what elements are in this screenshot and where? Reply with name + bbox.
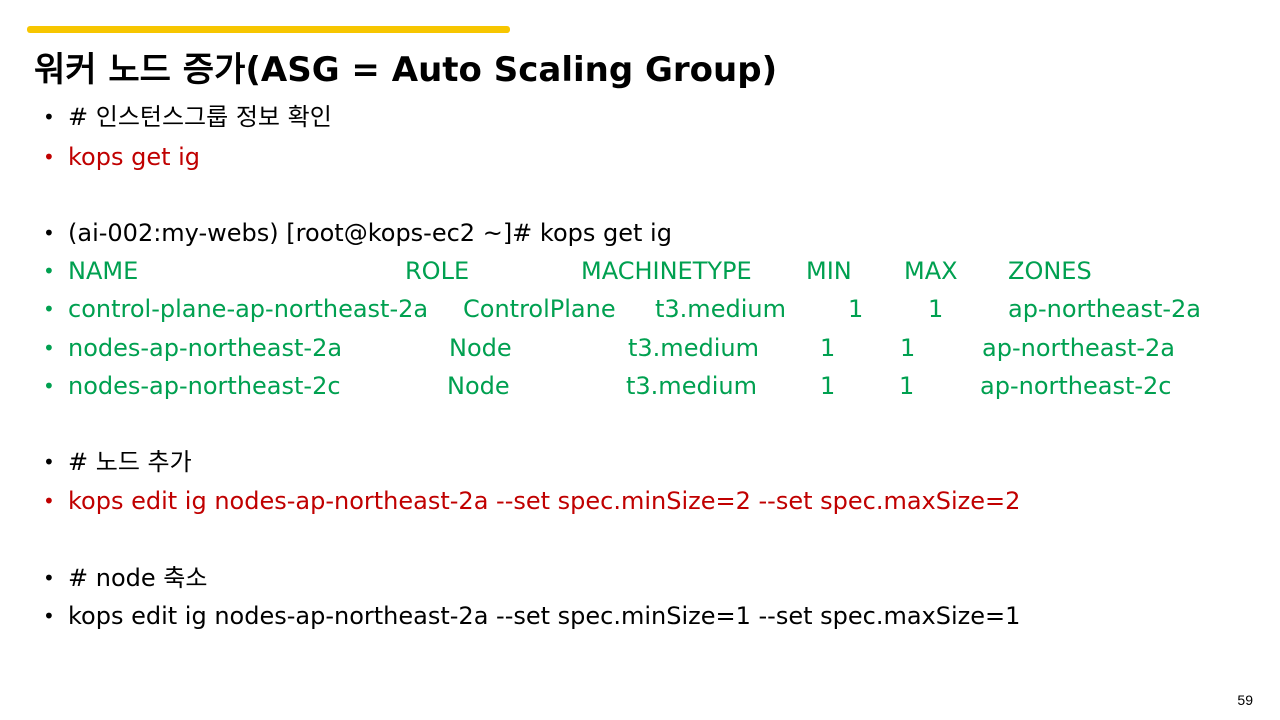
bullet-dot-icon: • bbox=[43, 374, 55, 398]
bullet-dot-icon: • bbox=[43, 604, 55, 628]
table-header-row: • NAME ROLE MACHINETYPE MIN MAX ZONES bbox=[0, 252, 1280, 290]
header-zones: ZONES bbox=[1008, 257, 1092, 285]
cell-name: nodes-ap-northeast-2a bbox=[68, 334, 343, 362]
bullet-dot-icon: • bbox=[43, 489, 55, 513]
bullet-dot-icon: • bbox=[43, 259, 55, 283]
shell-prompt-text: (ai-002:my-webs) [root@kops-ec2 ~]# kops… bbox=[68, 219, 672, 247]
cell-max: 1 bbox=[928, 295, 944, 323]
bullet-dot-icon: • bbox=[43, 221, 55, 245]
cell-role: ControlPlane bbox=[463, 295, 616, 323]
header-machinetype: MACHINETYPE bbox=[581, 257, 752, 285]
cell-min: 1 bbox=[820, 372, 836, 400]
bullet-line: • (ai-002:my-webs) [root@kops-ec2 ~]# ko… bbox=[0, 214, 1280, 252]
cell-min: 1 bbox=[848, 295, 864, 323]
table-row: • nodes-ap-northeast-2c Node t3.medium 1… bbox=[0, 367, 1280, 405]
bullet-dot-icon: • bbox=[43, 450, 55, 474]
header-role: ROLE bbox=[405, 257, 470, 285]
bullet-line: • # 노드 추가 bbox=[0, 443, 1280, 481]
page-number: 59 bbox=[1237, 692, 1253, 708]
bullet-line: • kops edit ig nodes-ap-northeast-2a --s… bbox=[0, 482, 1280, 520]
bullet-line: • kops get ig bbox=[0, 138, 1280, 176]
bullet-line: • kops edit ig nodes-ap-northeast-2a --s… bbox=[0, 597, 1280, 635]
cell-machinetype: t3.medium bbox=[626, 372, 757, 400]
cell-name: control-plane-ap-northeast-2a bbox=[68, 295, 429, 323]
table-row: • control-plane-ap-northeast-2a ControlP… bbox=[0, 290, 1280, 328]
bullet-dot-icon: • bbox=[43, 336, 55, 360]
header-max: MAX bbox=[904, 257, 958, 285]
bullet-dot-icon: • bbox=[43, 566, 55, 590]
bullet-dot-icon: • bbox=[43, 105, 55, 129]
bullet-dot-icon: • bbox=[43, 297, 55, 321]
command-text: kops edit ig nodes-ap-northeast-2a --set… bbox=[68, 602, 1021, 630]
command-text: kops edit ig nodes-ap-northeast-2a --set… bbox=[68, 487, 1021, 515]
bullet-line: • # 인스턴스그룹 정보 확인 bbox=[0, 98, 1280, 136]
slide-title: 워커 노드 증가(ASG = Auto Scaling Group) bbox=[34, 50, 778, 90]
cell-machinetype: t3.medium bbox=[628, 334, 759, 362]
table-row: • nodes-ap-northeast-2a Node t3.medium 1… bbox=[0, 329, 1280, 367]
cell-machinetype: t3.medium bbox=[655, 295, 786, 323]
cell-zones: ap-northeast-2a bbox=[1008, 295, 1202, 323]
comment-text: # 노드 추가 bbox=[68, 448, 192, 476]
cell-min: 1 bbox=[820, 334, 836, 362]
cell-name: nodes-ap-northeast-2c bbox=[68, 372, 341, 400]
comment-text: # 인스턴스그룹 정보 확인 bbox=[68, 103, 332, 131]
cell-role: Node bbox=[447, 372, 510, 400]
cell-max: 1 bbox=[900, 334, 916, 362]
bullet-dot-icon: • bbox=[43, 145, 55, 169]
cell-zones: ap-northeast-2a bbox=[982, 334, 1176, 362]
cell-role: Node bbox=[449, 334, 512, 362]
cell-max: 1 bbox=[899, 372, 915, 400]
header-min: MIN bbox=[806, 257, 852, 285]
comment-text: # node 축소 bbox=[68, 564, 208, 592]
header-name: NAME bbox=[68, 257, 139, 285]
bullet-line: • # node 축소 bbox=[0, 559, 1280, 597]
cell-zones: ap-northeast-2c bbox=[980, 372, 1172, 400]
title-accent-bar bbox=[27, 26, 510, 33]
command-text: kops get ig bbox=[68, 143, 201, 171]
